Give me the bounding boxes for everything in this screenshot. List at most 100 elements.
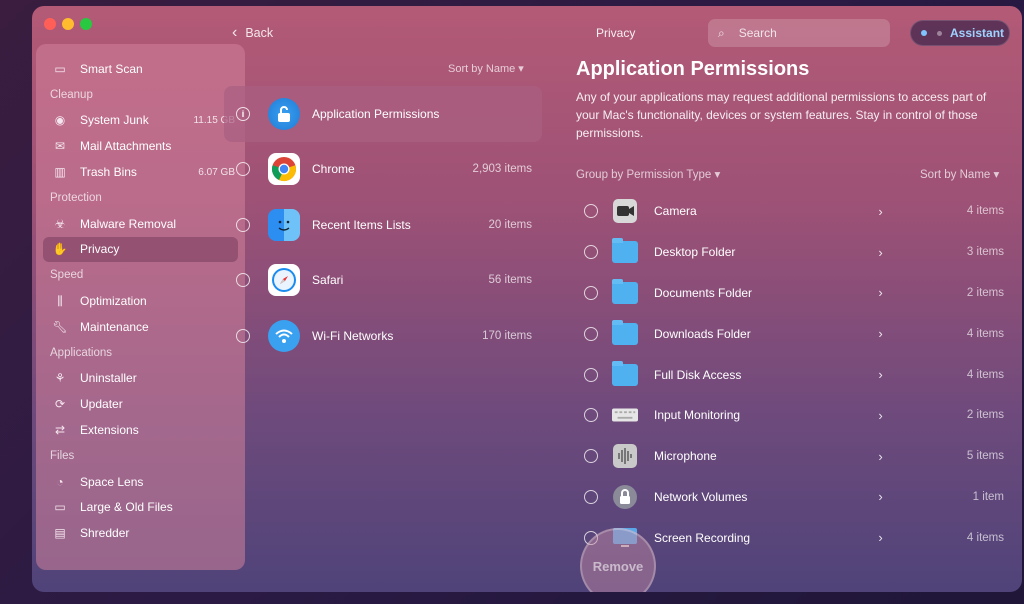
chrome-icon	[268, 153, 300, 186]
biohazard-icon: ☣	[54, 216, 66, 231]
trash-icon: ▥	[54, 165, 66, 180]
sidebar-item-optimization[interactable]: ⫼ Optimization	[36, 288, 245, 314]
chevron-right-icon: ›	[878, 489, 883, 505]
privacy-hand-icon: ✋	[52, 242, 68, 257]
close-window-button[interactable]	[44, 18, 56, 30]
camera-icon	[612, 198, 638, 224]
folder-icon	[612, 319, 638, 347]
radio-button[interactable]	[236, 328, 250, 343]
assistant-status-dot	[921, 30, 927, 36]
sidebar-item-mail-attachments[interactable]: ✉ Mail Attachments	[36, 133, 245, 159]
chevron-right-icon: ›	[878, 326, 883, 342]
updater-icon: ⟳	[54, 397, 66, 412]
application-permissions-icon	[268, 97, 300, 130]
chevron-right-icon: ›	[878, 203, 883, 219]
sidebar-item-malware-removal[interactable]: ☣ Malware Removal	[36, 211, 245, 237]
radio-button[interactable]	[584, 326, 598, 341]
chevron-right-icon: ›	[878, 244, 883, 260]
radio-button[interactable]	[584, 489, 598, 504]
microphone-icon	[612, 443, 638, 469]
window-controls	[44, 18, 92, 30]
radio-button[interactable]	[236, 217, 250, 232]
folder-icon	[612, 238, 638, 265]
list-item-safari[interactable]: Safari 56 items	[224, 253, 542, 309]
section-title: Application Permissions	[576, 58, 810, 80]
section-applications: Applications	[50, 346, 113, 359]
app-window: ▭ Smart Scan Cleanup ◉ System Junk 11.15…	[32, 6, 1022, 592]
sidebar-item-shredder[interactable]: ▤ Shredder	[36, 520, 245, 546]
radio-button[interactable]	[584, 204, 598, 219]
chevron-right-icon: ›	[878, 530, 883, 546]
extensions-icon: ⇄	[54, 423, 66, 438]
mail-icon: ✉	[54, 139, 66, 154]
chevron-left-icon: ‹	[232, 24, 238, 41]
radio-button[interactable]	[236, 273, 250, 288]
chevron-right-icon: ›	[878, 367, 883, 383]
lock-icon	[612, 484, 638, 510]
permission-row-documents-folder[interactable]: Documents Folder › 2 items	[584, 273, 1004, 314]
safari-icon	[268, 264, 300, 297]
folder-icon	[612, 360, 638, 388]
permission-row-input-monitoring[interactable]: Input Monitoring › 2 items	[584, 395, 1004, 436]
shredder-icon: ▤	[54, 526, 66, 541]
section-files: Files	[50, 449, 75, 462]
minimize-window-button[interactable]	[62, 18, 74, 30]
folder-icon	[612, 278, 638, 306]
sidebar-item-trash-bins[interactable]: ▥ Trash Bins 6.07 GB	[36, 159, 245, 185]
assistant-button[interactable]: Assistant	[910, 20, 1010, 46]
sidebar-item-system-junk[interactable]: ◉ System Junk 11.15 GB	[36, 108, 245, 134]
back-button[interactable]: ‹ Back	[232, 24, 273, 42]
permission-row-downloads-folder[interactable]: Downloads Folder › 4 items	[584, 313, 1004, 354]
search-icon: ⌕	[718, 25, 725, 40]
sidebar-item-uninstaller[interactable]: ⚘ Uninstaller	[36, 366, 245, 392]
keyboard-icon	[612, 402, 638, 428]
permission-list: Camera › 4 items Desktop Folder › 3 item…	[584, 191, 1004, 558]
sidebar-item-privacy[interactable]: ✋ Privacy	[43, 236, 238, 263]
sidebar: ▭ Smart Scan Cleanup ◉ System Junk 11.15…	[36, 44, 245, 570]
list-item-chrome[interactable]: Chrome 2,903 items	[224, 142, 542, 198]
sidebar-item-smart-scan[interactable]: ▭ Smart Scan	[36, 56, 245, 82]
radio-button[interactable]	[584, 245, 598, 260]
sidebar-item-updater[interactable]: ⟳ Updater	[36, 391, 245, 417]
sidebar-item-maintenance[interactable]: 🔧︎ Maintenance	[36, 314, 245, 340]
radio-button[interactable]	[584, 285, 598, 300]
group-by-dropdown[interactable]: Group by Permission Type ▾	[576, 167, 720, 181]
page-title: Privacy	[596, 26, 636, 40]
assistant-secondary-dot	[937, 30, 942, 36]
wrench-icon: 🔧︎	[52, 319, 68, 334]
radio-button[interactable]	[584, 408, 598, 423]
smart-scan-icon: ▭	[54, 61, 66, 76]
sidebar-item-extensions[interactable]: ⇄ Extensions	[36, 417, 245, 443]
permission-row-camera[interactable]: Camera › 4 items	[584, 191, 1004, 232]
section-protection: Protection	[50, 191, 102, 204]
chevron-right-icon: ›	[878, 448, 883, 464]
radio-button[interactable]	[584, 449, 598, 464]
finder-icon	[268, 208, 300, 241]
permission-row-desktop-folder[interactable]: Desktop Folder › 3 items	[584, 232, 1004, 273]
list-item-wifi-networks[interactable]: Wi-Fi Networks 170 items	[224, 308, 542, 364]
chevron-right-icon: ›	[878, 285, 883, 301]
wifi-icon	[268, 319, 300, 352]
radio-button[interactable]	[236, 162, 250, 177]
section-speed: Speed	[50, 269, 84, 282]
section-cleanup: Cleanup	[50, 88, 93, 101]
info-icon[interactable]: i	[236, 106, 250, 121]
permission-row-microphone[interactable]: Microphone › 5 items	[584, 436, 1004, 477]
permission-row-network-volumes[interactable]: Network Volumes › 1 item	[584, 477, 1004, 518]
permission-row-full-disk-access[interactable]: Full Disk Access › 4 items	[584, 354, 1004, 395]
search-input[interactable]: ⌕ Search	[708, 19, 890, 47]
list-item-recent-items-lists[interactable]: Recent Items Lists 20 items	[224, 197, 542, 253]
privacy-item-list: i Application Permissions Chrome 2,903 i…	[224, 86, 542, 364]
uninstaller-icon: ⚘	[54, 371, 66, 386]
space-lens-icon: ◔	[56, 474, 64, 489]
permissions-sort-dropdown[interactable]: Sort by Name ▾	[920, 167, 999, 181]
list-item-application-permissions[interactable]: i Application Permissions	[224, 86, 542, 142]
sliders-icon: ⫼	[57, 293, 63, 308]
system-junk-icon: ◉	[54, 113, 66, 128]
sort-by-name-dropdown[interactable]: Sort by Name ▾	[448, 62, 524, 75]
zoom-window-button[interactable]	[80, 18, 92, 30]
sidebar-item-space-lens[interactable]: ◔ Space Lens	[36, 469, 245, 495]
section-description: Any of your applications may request add…	[576, 90, 987, 140]
radio-button[interactable]	[584, 367, 598, 382]
sidebar-item-large-old-files[interactable]: ▭ Large & Old Files	[36, 495, 245, 521]
